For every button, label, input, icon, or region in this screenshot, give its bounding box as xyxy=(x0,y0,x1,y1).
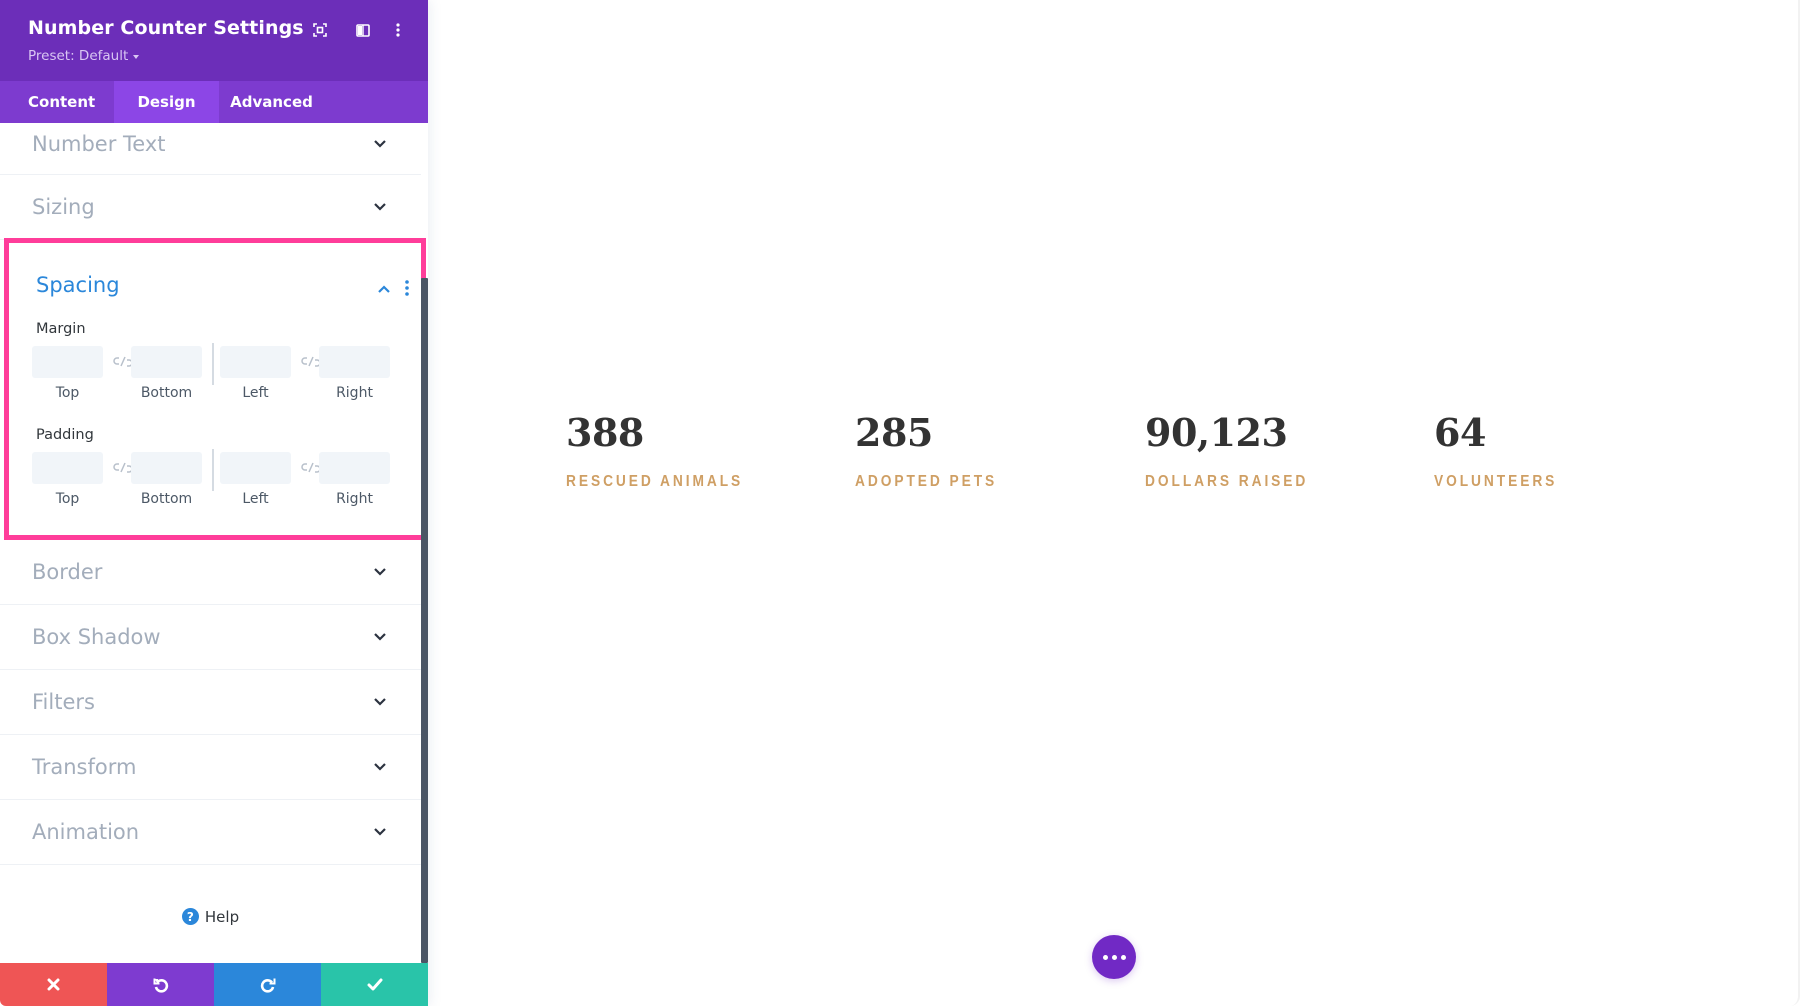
section-title[interactable]: Spacing xyxy=(36,273,120,297)
margin-top-input[interactable] xyxy=(32,346,103,378)
chevron-down-icon xyxy=(374,763,386,771)
dot-icon xyxy=(1120,954,1126,960)
counter-number: 64 xyxy=(1434,410,1486,455)
section-spacing: Spacing Margin Top Bottom Left Right Pad… xyxy=(4,238,426,540)
undo-icon xyxy=(153,978,168,993)
section-title: Sizing xyxy=(32,195,95,219)
margin-bottom-label: Bottom xyxy=(140,385,193,401)
section-title: Filters xyxy=(32,690,95,714)
number-counter[interactable]: 388 RESCUED ANIMALS xyxy=(566,410,772,491)
link-values-icon[interactable] xyxy=(113,355,133,369)
section-title: Animation xyxy=(32,820,140,844)
tab-bar: Content Design Advanced xyxy=(0,81,428,123)
padding-bottom-input[interactable] xyxy=(131,452,202,484)
padding-right-input[interactable] xyxy=(319,452,390,484)
padding-bottom-label: Bottom xyxy=(140,491,193,507)
preset-dropdown[interactable]: Preset: Default xyxy=(28,48,140,64)
chevron-down-icon xyxy=(374,828,386,836)
padding-top-label: Top xyxy=(55,491,80,507)
redo-icon xyxy=(260,978,275,993)
number-counter[interactable]: 64 VOLUNTEERS xyxy=(1434,410,1577,491)
preset-label: Preset: Default xyxy=(28,48,129,64)
panel-footer xyxy=(0,963,428,1006)
page-canvas: 388 RESCUED ANIMALS 285 ADOPTED PETS 90,… xyxy=(428,0,1800,1006)
split-view-icon[interactable] xyxy=(353,20,373,40)
help-link[interactable]: ? Help xyxy=(0,870,421,963)
padding-label: Padding xyxy=(36,427,94,443)
counter-label: ADOPTED PETS xyxy=(855,473,998,490)
dot-icon xyxy=(1111,954,1117,960)
save-button[interactable] xyxy=(321,963,428,1006)
margin-right-label: Right xyxy=(336,385,373,401)
panel-scrollbar[interactable] xyxy=(421,278,428,963)
settings-sections-lower: Border Box Shadow Filters Transform Anim… xyxy=(0,540,421,865)
number-counter[interactable]: 90,123 DOLLARS RAISED xyxy=(1145,410,1335,491)
panel-header: Number Counter Settings Preset: Default xyxy=(0,0,428,81)
cancel-icon xyxy=(47,978,60,991)
section-options-icon[interactable] xyxy=(404,279,410,297)
link-values-icon[interactable] xyxy=(113,461,133,475)
help-icon: ? xyxy=(181,908,199,925)
chevron-down-icon xyxy=(374,203,386,211)
undo-button[interactable] xyxy=(107,963,214,1006)
number-counter[interactable]: 285 ADOPTED PETS xyxy=(855,410,1020,491)
checkmark-icon xyxy=(367,978,382,991)
link-values-icon[interactable] xyxy=(301,461,321,475)
section-number-text[interactable]: Number Text xyxy=(0,123,421,175)
padding-right-label: Right xyxy=(336,491,373,507)
counter-number: 285 xyxy=(855,410,933,455)
section-transform[interactable]: Transform xyxy=(0,735,421,800)
section-title: Transform xyxy=(32,755,137,779)
section-box-shadow[interactable]: Box Shadow xyxy=(0,605,421,670)
tab-content[interactable]: Content xyxy=(0,81,114,123)
chevron-down-icon xyxy=(374,698,386,706)
padding-top-input[interactable] xyxy=(32,452,103,484)
padding-left-label: Left xyxy=(242,491,269,507)
padding-left-input[interactable] xyxy=(220,452,291,484)
help-label: Help xyxy=(204,907,240,926)
margin-label: Margin xyxy=(36,321,86,337)
section-title: Box Shadow xyxy=(32,625,161,649)
divider xyxy=(212,343,214,385)
dot-icon xyxy=(1102,954,1108,960)
chevron-down-icon xyxy=(374,568,386,576)
more-options-icon[interactable] xyxy=(388,20,408,40)
margin-bottom-input[interactable] xyxy=(131,346,202,378)
divider xyxy=(212,449,214,491)
tab-advanced[interactable]: Advanced xyxy=(219,81,324,123)
counter-label: DOLLARS RAISED xyxy=(1145,473,1309,490)
page-options-button[interactable] xyxy=(1092,935,1136,979)
margin-left-input[interactable] xyxy=(220,346,291,378)
chevron-down-icon xyxy=(374,633,386,641)
chevron-up-icon[interactable] xyxy=(377,285,391,294)
link-values-icon[interactable] xyxy=(301,355,321,369)
margin-left-label: Left xyxy=(242,385,269,401)
panel-title: Number Counter Settings xyxy=(28,17,304,39)
section-animation[interactable]: Animation xyxy=(0,800,421,865)
counter-label: RESCUED ANIMALS xyxy=(566,473,744,490)
section-title: Number Text xyxy=(32,132,166,156)
settings-panel: Number Counter Settings Preset: Default xyxy=(0,0,428,1006)
section-title: Border xyxy=(32,560,103,584)
cancel-button[interactable] xyxy=(0,963,107,1006)
counter-label: VOLUNTEERS xyxy=(1434,473,1558,490)
section-sizing[interactable]: Sizing xyxy=(0,175,421,240)
margin-top-label: Top xyxy=(55,385,80,401)
redo-button[interactable] xyxy=(214,963,321,1006)
chevron-down-icon xyxy=(374,140,386,148)
settings-sections: Number Text Sizing xyxy=(0,123,421,240)
section-border[interactable]: Border xyxy=(0,540,421,605)
counter-number: 90,123 xyxy=(1145,410,1288,455)
counter-number: 388 xyxy=(566,410,644,455)
margin-right-input[interactable] xyxy=(319,346,390,378)
focus-mode-icon[interactable] xyxy=(310,20,330,40)
caret-down-icon xyxy=(133,54,140,59)
section-filters[interactable]: Filters xyxy=(0,670,421,735)
tab-design[interactable]: Design xyxy=(114,81,219,123)
